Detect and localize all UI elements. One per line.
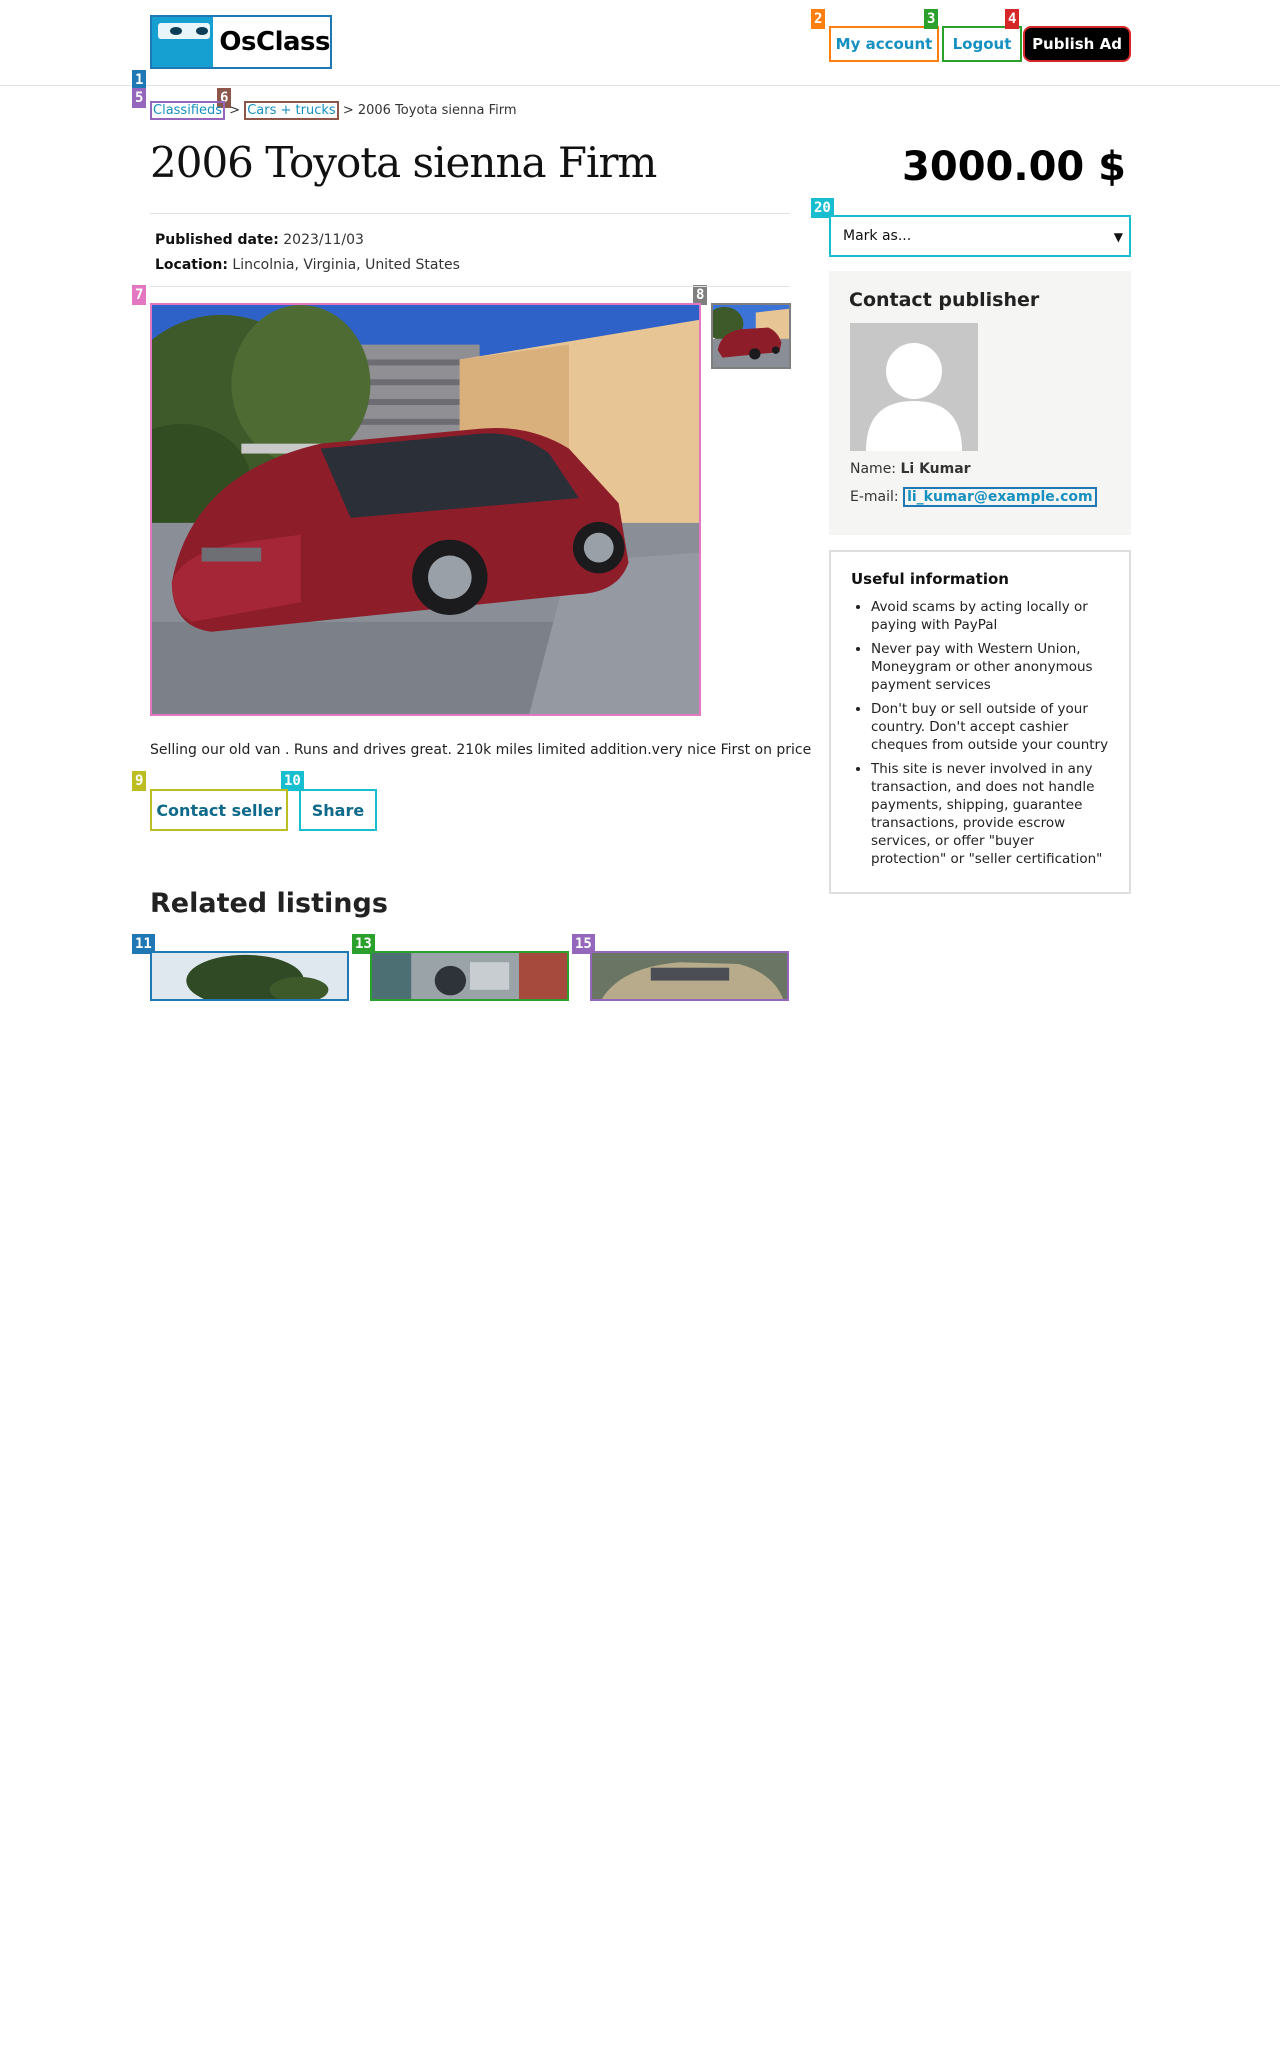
- logo-icon: [152, 17, 214, 67]
- email-link[interactable]: li_kumar@example.com: [903, 487, 1097, 507]
- related-listing-image: [592, 953, 787, 999]
- location-label: Location:: [155, 257, 228, 273]
- marker-label: 9: [132, 771, 147, 791]
- email-label: E-mail:: [850, 489, 899, 505]
- contact-publisher-heading: Contact publisher: [849, 289, 1040, 311]
- breadcrumb-separator: >: [342, 103, 354, 118]
- list-item: This site is never involved in any trans…: [871, 760, 1109, 868]
- divider: [150, 213, 790, 214]
- publisher-name: Name: Li Kumar: [850, 461, 971, 477]
- logout-button[interactable]: Logout: [942, 26, 1022, 62]
- related-listing-image: [372, 953, 567, 999]
- useful-information-panel: Useful information Avoid scams by acting…: [829, 550, 1131, 894]
- site-header: OsClass My account Logout Publish Ad: [0, 0, 1280, 86]
- listing-title: 2006 Toyota sienna Firm: [150, 138, 657, 187]
- location-value: Lincolnia, Virginia, United States: [232, 257, 460, 273]
- list-item: Don't buy or sell outside of your countr…: [871, 700, 1109, 754]
- related-listing-image: [152, 953, 347, 999]
- mark-as-select[interactable]: Mark as... ▼: [829, 215, 1131, 257]
- breadcrumb-category-link[interactable]: Cars + trucks: [244, 101, 339, 120]
- publisher-email: E-mail: li_kumar@example.com: [850, 487, 1097, 507]
- listing-description: Selling our old van . Runs and drives gr…: [150, 742, 812, 758]
- listing-price: 3000.00 $: [902, 144, 1126, 190]
- share-button[interactable]: Share: [299, 789, 377, 831]
- logo-text: OsClass: [219, 27, 330, 57]
- related-listing-card[interactable]: [590, 951, 789, 1001]
- contact-seller-button[interactable]: Contact seller: [150, 789, 288, 831]
- breadcrumb-separator: >: [229, 103, 241, 118]
- thumbnail-image: [713, 305, 789, 367]
- list-item: Avoid scams by acting locally or paying …: [871, 598, 1109, 634]
- main-listing-photo[interactable]: [150, 303, 701, 716]
- my-account-button[interactable]: My account: [829, 26, 939, 62]
- marker-label: 8: [693, 285, 708, 305]
- name-value: Li Kumar: [900, 461, 971, 477]
- marker-label: 5: [132, 88, 147, 108]
- photo-thumbnail[interactable]: [711, 303, 791, 369]
- mark-as-selected-value: Mark as...: [843, 228, 912, 244]
- list-item: Never pay with Western Union, Moneygram …: [871, 640, 1109, 694]
- breadcrumb-current: 2006 Toyota sienna Firm: [357, 103, 517, 118]
- name-label: Name:: [850, 461, 897, 477]
- related-listings-heading: Related listings: [150, 888, 388, 919]
- breadcrumb-classifieds-link[interactable]: Classifieds: [150, 101, 226, 120]
- marker-label: 1: [132, 70, 147, 90]
- divider: [150, 286, 790, 287]
- user-placeholder-icon: [850, 323, 978, 451]
- contact-publisher-panel: Contact publisher Name: Li Kumar E-mail:…: [829, 271, 1131, 535]
- listing-meta: Published date: 2023/11/03 Location: Lin…: [155, 228, 460, 278]
- related-listing-card[interactable]: [150, 951, 349, 1001]
- useful-information-heading: Useful information: [851, 570, 1009, 588]
- published-label: Published date:: [155, 232, 279, 248]
- breadcrumb: Classifieds > Cars + trucks > 2006 Toyot…: [150, 101, 517, 120]
- marker-label: 3: [924, 9, 939, 29]
- marker-label: 4: [1005, 9, 1020, 29]
- chevron-down-icon: ▼: [1113, 230, 1123, 244]
- published-date: 2023/11/03: [283, 232, 364, 248]
- publish-ad-button[interactable]: Publish Ad: [1023, 26, 1131, 62]
- safety-tips-list: Avoid scams by acting locally or paying …: [851, 598, 1109, 868]
- marker-label: 2: [811, 9, 826, 29]
- site-logo[interactable]: OsClass: [150, 15, 332, 69]
- related-listing-card[interactable]: [370, 951, 569, 1001]
- van-photo-image: [152, 305, 699, 714]
- marker-label: 7: [132, 285, 147, 305]
- marker-label: 10: [281, 771, 304, 791]
